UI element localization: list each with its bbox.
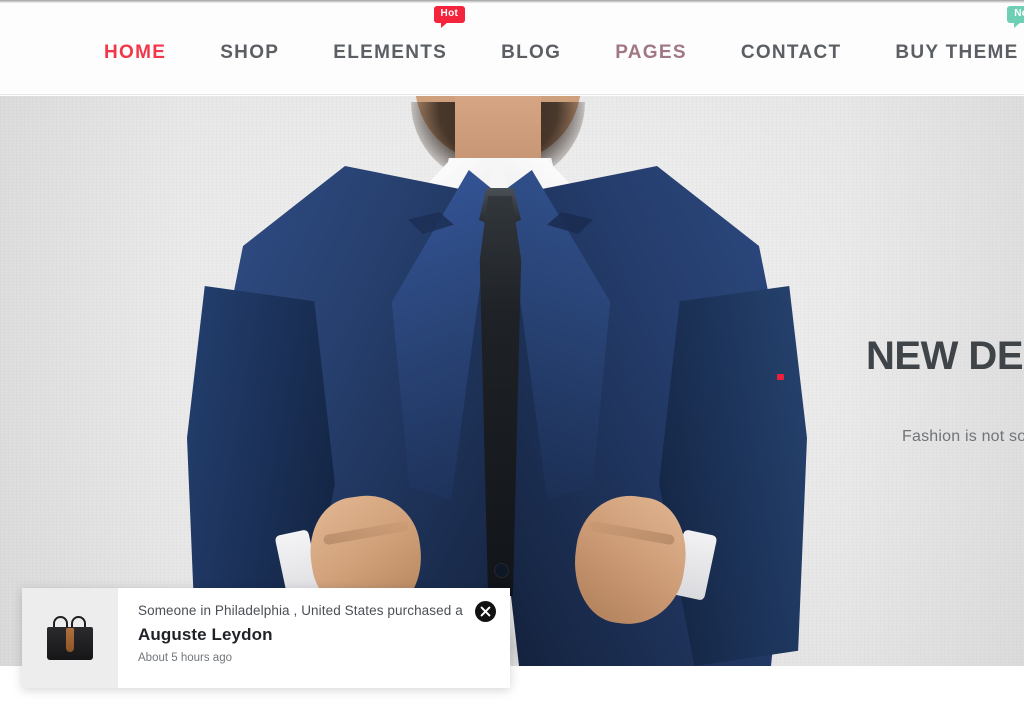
hot-badge-label: Hot [440,7,459,19]
hero-slider[interactable]: NEW DES Fashion is not so [0,96,1024,666]
nav-item-label: SHOP [220,41,280,63]
hero-model-image [165,96,825,666]
handbag-tag [66,628,74,652]
nav-item-label: BLOG [501,41,562,63]
nav-item-label: HOME [104,41,167,63]
nav-item-contact[interactable]: CONTACT [741,37,842,62]
hot-badge: Hot [433,5,466,28]
handbag-icon [45,616,95,660]
nav-item-blog[interactable]: BLOG [501,37,561,62]
notification-message: Someone in Philadelphia , United States … [138,603,463,618]
nav-item-shop[interactable]: SHOP [220,37,279,62]
new-badge: New [1007,5,1024,28]
main-navigation: HOME SHOP ELEMENTS Hot BLOG PAGES CONTAC… [0,3,1024,95]
red-accent-mark [777,374,784,380]
hero-subtitle: Fashion is not so [902,428,1024,445]
nav-item-label: ELEMENTS [333,41,448,63]
new-badge-label: New [1014,7,1024,19]
page-root: HOME SHOP ELEMENTS Hot BLOG PAGES CONTAC… [0,0,1024,704]
nav-item-label: CONTACT [740,41,842,63]
nav-item-pages[interactable]: PAGES [615,37,687,62]
nav-item-elements[interactable]: ELEMENTS Hot [333,5,466,63]
nav-item-label: PAGES [615,41,687,63]
model-jacket-button [495,564,508,577]
notification-product-name[interactable]: Auguste Leydon [138,625,494,645]
close-icon[interactable] [475,601,496,622]
purchase-notification-popup[interactable]: Someone in Philadelphia , United States … [22,588,510,688]
nav-item-label: BUY THEME [895,41,1019,63]
hero-caption: NEW DES Fashion is not so [866,334,1024,446]
nav-item-buy-theme[interactable]: BUY THEME New [895,5,1024,63]
close-x-glyph [480,606,491,617]
hero-title: NEW DES [866,334,1024,378]
notification-thumbnail [22,588,118,688]
notification-timestamp: About 5 hours ago [138,651,232,664]
site-header: HOME SHOP ELEMENTS Hot BLOG PAGES CONTAC… [0,3,1024,95]
notification-body: Someone in Philadelphia , United States … [118,588,510,688]
nav-item-home[interactable]: HOME [104,37,166,62]
